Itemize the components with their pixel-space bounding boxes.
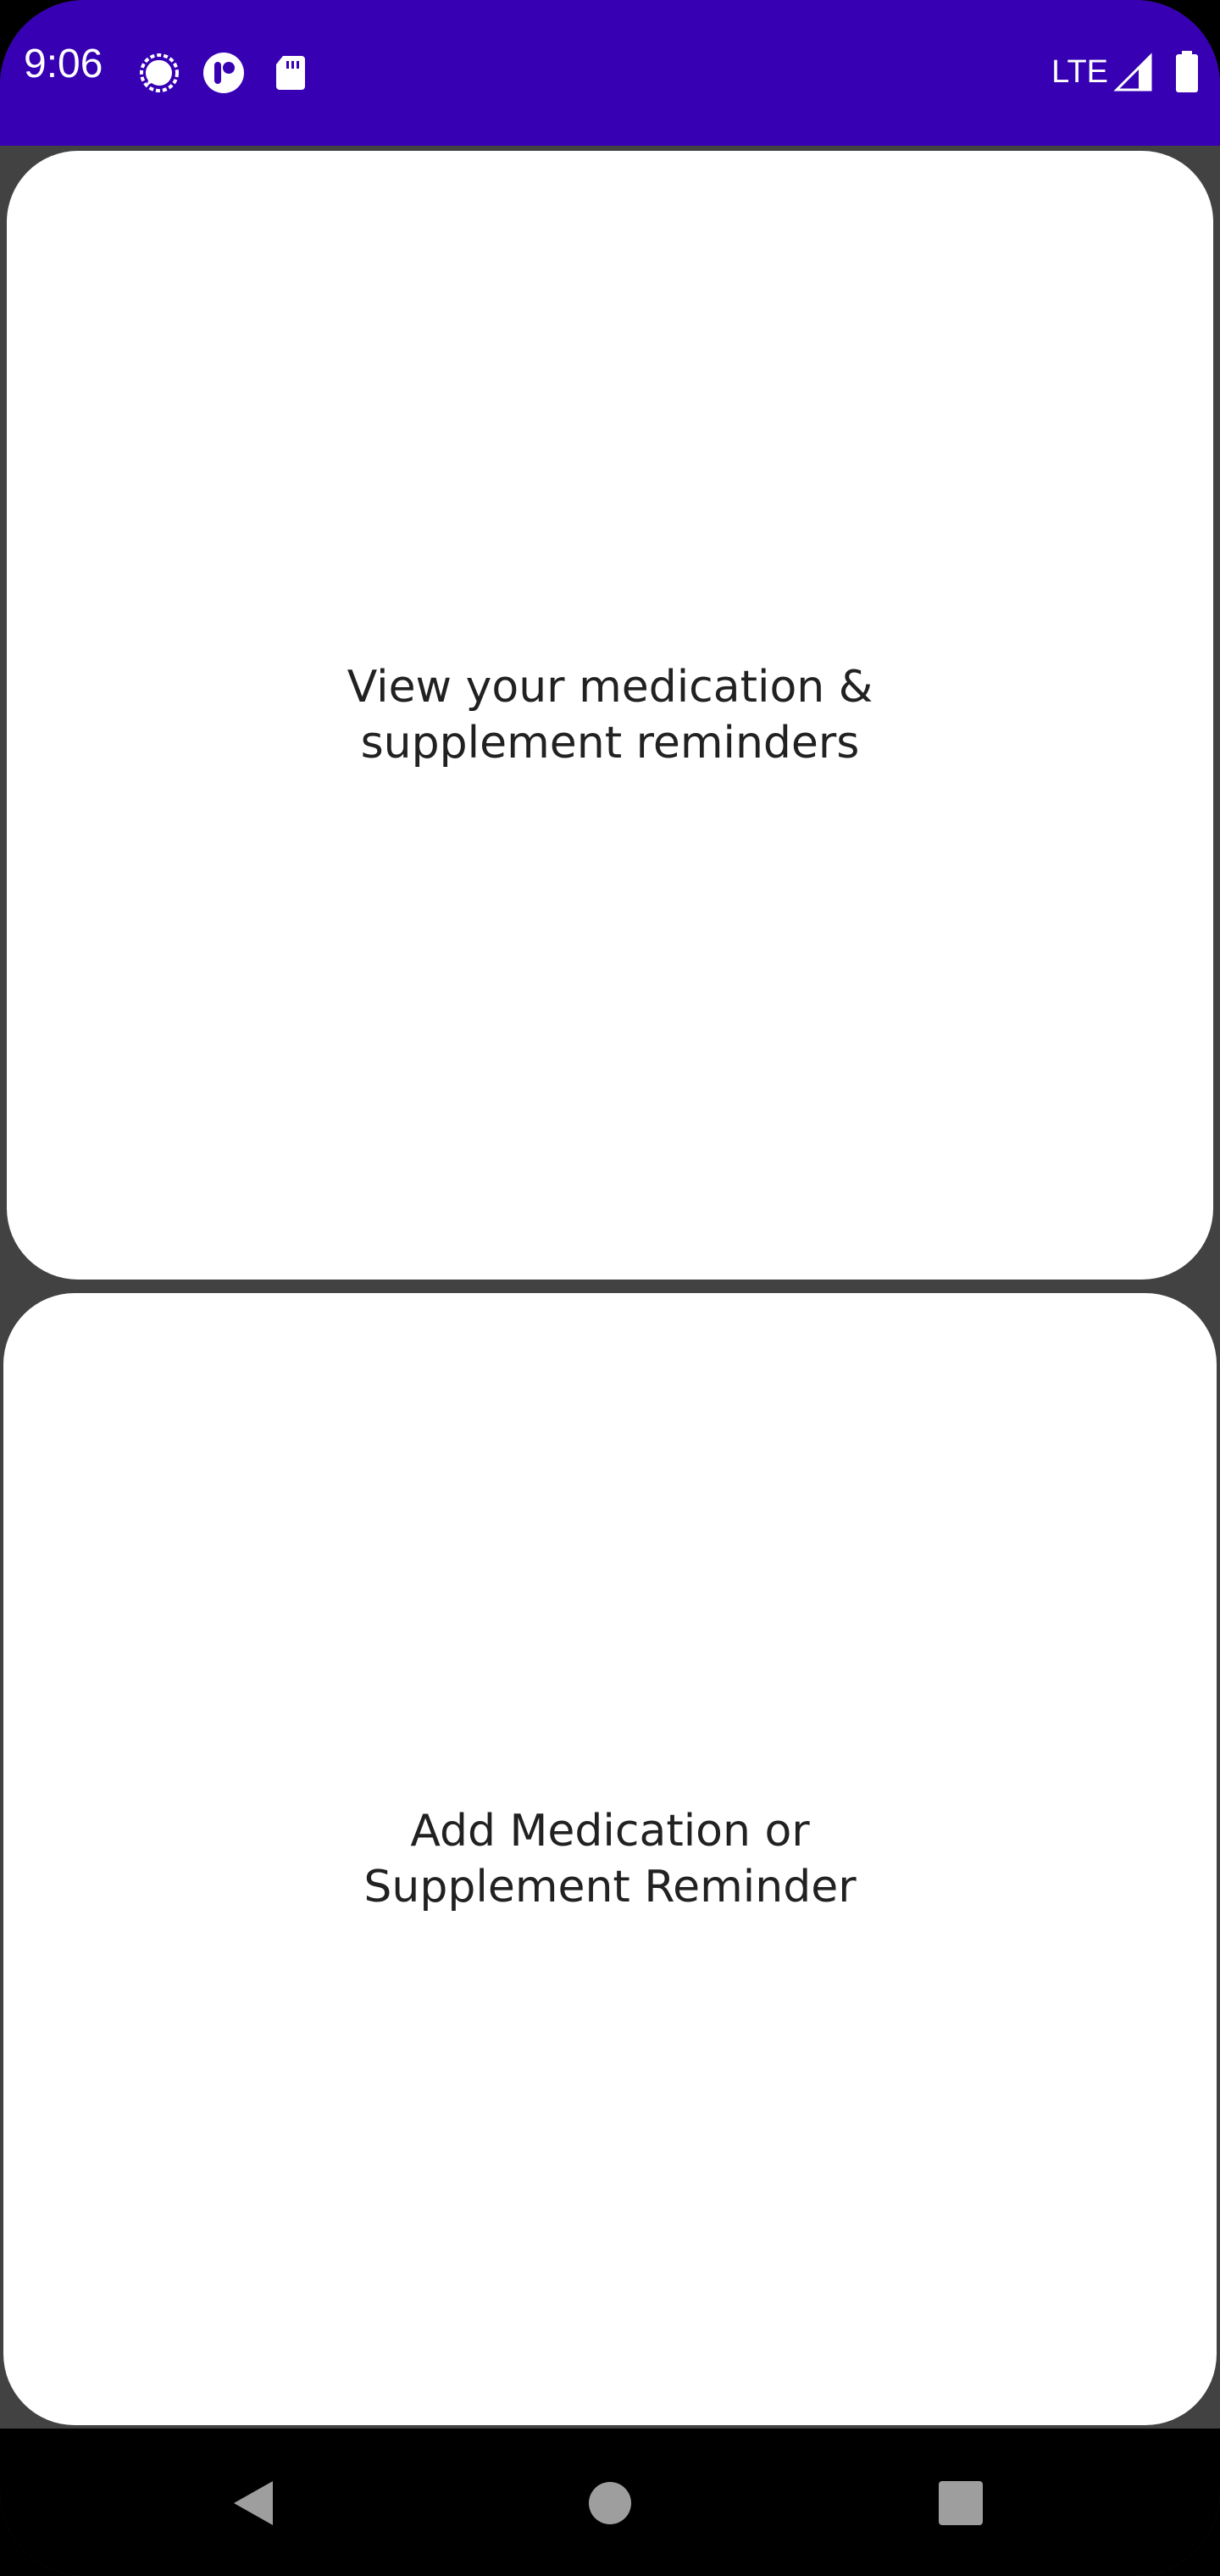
view-reminders-label: View your medication & supplement remind… [347,662,873,769]
network-type: LTE [1051,54,1108,90]
cell-signal-icon [1113,53,1154,93]
phone-screen: 9:06 LTE View your medication & suppleme… [0,0,1220,2576]
main-content: View your medication & supplement remind… [0,146,1220,2429]
back-triangle-icon [234,2481,273,2525]
back-button[interactable] [220,2469,288,2537]
battery-icon [1174,51,1200,93]
recents-square-icon [939,2481,983,2525]
navigation-bar [0,2429,1220,2576]
sd-card-icon [269,51,313,95]
add-reminder-card[interactable]: Add Medication or Supplement Reminder [3,1293,1217,2425]
view-reminders-card[interactable]: View your medication & supplement remind… [7,151,1213,1280]
status-bar: 9:06 LTE [0,0,1220,146]
home-button[interactable] [576,2469,644,2537]
home-circle-icon [589,2482,631,2524]
app-notification-icon [202,51,246,95]
signal-messenger-icon [137,51,181,95]
status-time: 9:06 [24,42,103,86]
recents-button[interactable] [927,2469,995,2537]
add-reminder-label: Add Medication or Supplement Reminder [363,1806,857,1913]
